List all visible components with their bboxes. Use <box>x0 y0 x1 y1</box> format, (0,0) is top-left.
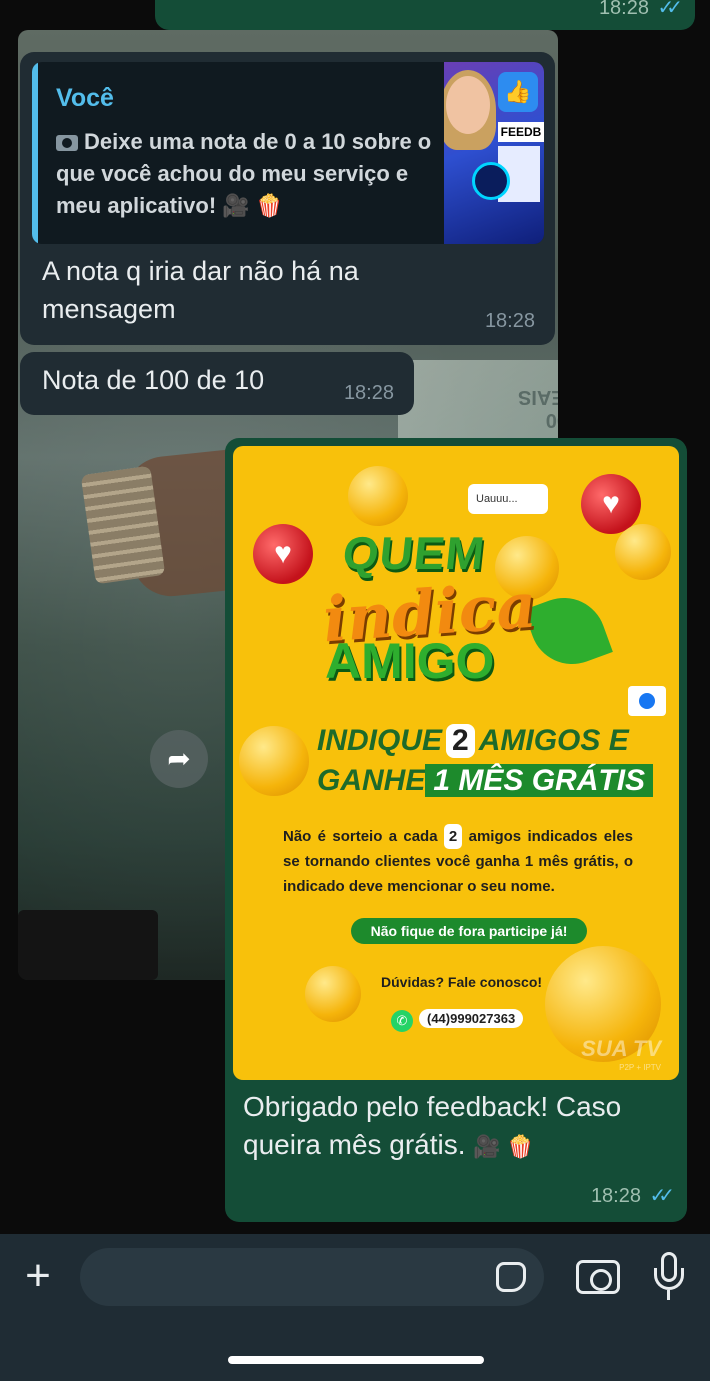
microphone-icon[interactable] <box>654 1252 684 1302</box>
caption-emoji: 🎥 🍿 <box>473 1134 535 1159</box>
promo-phone-number: (44)999027363 <box>419 1009 524 1028</box>
message-time: 18:28 <box>343 382 394 404</box>
home-indicator[interactable] <box>228 1356 484 1364</box>
message-time: 18:28 <box>590 1185 641 1207</box>
smiley-emoji-icon <box>305 966 361 1022</box>
background-phone <box>18 910 158 980</box>
promo-contact-heading: Dúvidas? Fale conosco! <box>381 974 543 990</box>
whatsapp-icon: ✆ <box>391 1010 413 1032</box>
read-ticks-icon: ✓✓ <box>649 1185 674 1207</box>
forward-icon[interactable]: ➦ <box>150 730 208 788</box>
promo-number-badge: 2 <box>443 824 463 849</box>
promo-headline-1: QUEM <box>340 527 488 579</box>
laughing-emoji-icon <box>348 466 408 526</box>
promo-headline-3: AMIGO <box>325 633 495 689</box>
promo-line-2: GANHE 1 MÊS GRÁTIS <box>317 764 654 798</box>
promo-image[interactable]: Uauuu... QUEM indica AMIGO INDIQUE2AMIGO… <box>233 446 679 1080</box>
read-ticks-icon: ✓✓ <box>657 0 682 19</box>
message-field[interactable] <box>80 1248 544 1306</box>
message-input-bar: + <box>0 1234 710 1381</box>
promo-number-badge: 2 <box>446 724 475 758</box>
camera-icon[interactable] <box>576 1260 620 1294</box>
quoted-text-block: Deixe uma nota de 0 a 10 sobre o que voc… <box>56 126 441 222</box>
quoted-emoji: 🎥 🍿 <box>222 193 284 218</box>
promo-highlight: 1 MÊS GRÁTIS <box>425 764 654 797</box>
quoted-author: Você <box>56 84 114 112</box>
promo-line-1: INDIQUE 2 AMIGOS E <box>317 724 629 758</box>
outgoing-image-bubble[interactable]: Uauuu... QUEM indica AMIGO INDIQUE2AMIGO… <box>225 438 687 1222</box>
quoted-image-thumbnail[interactable]: 👍 FEEDB <box>444 62 544 244</box>
thumbnail-logo <box>472 162 510 200</box>
incoming-reply-bubble[interactable]: Você Deixe uma nota de 0 a 10 sobre o qu… <box>20 52 555 345</box>
promo-call-to-action: Não fique de fora participe já! <box>351 918 587 944</box>
incoming-message-bubble[interactable]: Nota de 100 de 10 18:28 <box>20 352 414 415</box>
thumbnail-face <box>446 76 490 134</box>
promo-body-text: Não é sorteio a cada 2 amigos indicados … <box>283 824 633 899</box>
quote-accent-bar <box>32 62 38 244</box>
promo-brand-logo: SUA TV <box>581 1036 661 1061</box>
background-watch <box>80 465 166 585</box>
heart-emoji-icon <box>253 524 313 584</box>
message-time: 18:28 <box>484 310 535 332</box>
message-time: 18:28 <box>598 0 649 19</box>
speech-bubble: Uauuu... <box>468 484 548 514</box>
thumbs-up-icon: 👍 <box>498 72 538 112</box>
promo-brand-subtitle: P2P + IPTV <box>619 1063 661 1072</box>
sticker-icon[interactable] <box>496 1262 526 1292</box>
thumbnail-label: FEEDB <box>498 122 544 142</box>
winking-emoji-icon <box>615 524 671 580</box>
message-text: A nota q iria dar não há na mensagem <box>42 256 359 324</box>
quoted-message[interactable]: Você Deixe uma nota de 0 a 10 sobre o qu… <box>32 62 544 244</box>
plus-icon[interactable]: + <box>16 1254 60 1300</box>
message-text: Nota de 100 de 10 <box>42 365 265 395</box>
surprised-emoji-icon <box>239 726 309 796</box>
like-badge-icon <box>628 686 666 716</box>
background-banknote-text: 100 REAIS <box>518 386 558 431</box>
image-caption: Obrigado pelo feedback! Caso queira mês … <box>243 1091 622 1160</box>
message-input[interactable] <box>102 1248 482 1306</box>
outgoing-message-bubble-top[interactable]: 18:28 ✓✓ <box>155 0 695 30</box>
camera-mini-icon <box>56 135 78 151</box>
